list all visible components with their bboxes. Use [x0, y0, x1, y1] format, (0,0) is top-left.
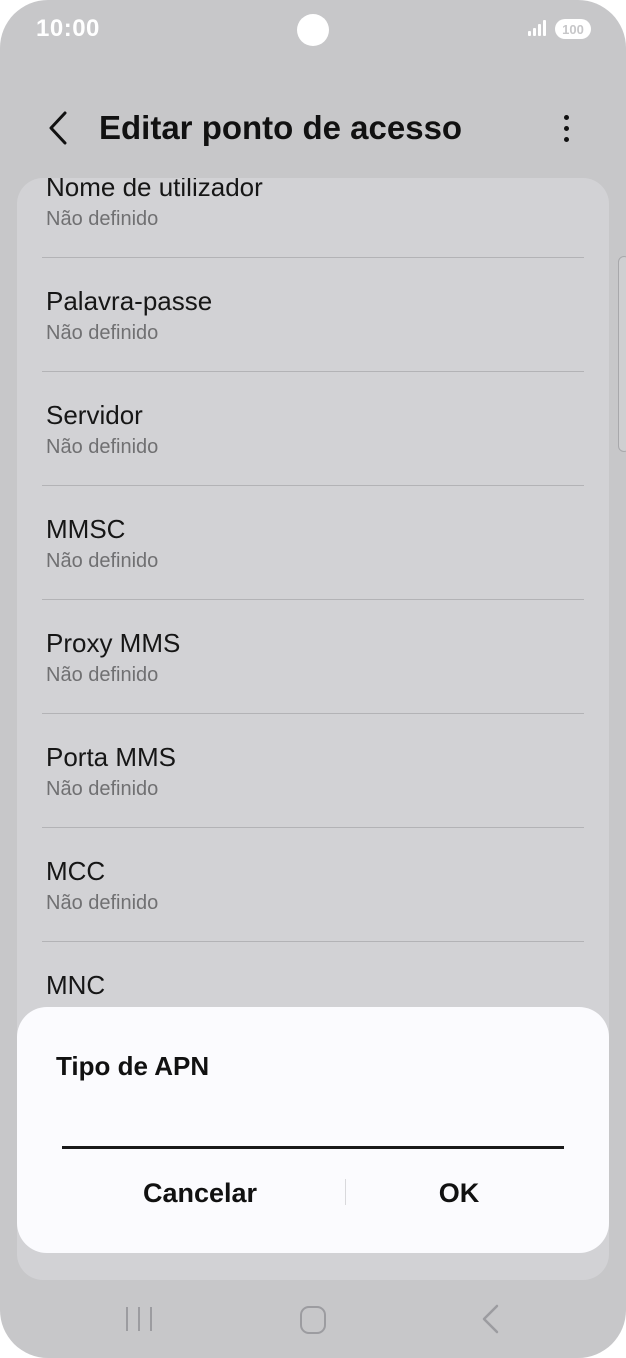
phone-screen: 10:00 100 Editar ponto de acesso Nome de… [0, 0, 626, 1358]
status-bar: 10:00 100 [0, 0, 626, 60]
back-button[interactable] [36, 106, 80, 150]
list-item-title: Nome de utilizador [46, 178, 263, 202]
list-item-mmsc[interactable]: MMSC Não definido [46, 486, 584, 600]
list-item-value: Não definido [46, 550, 159, 572]
list-item-title: MMSC [46, 514, 126, 544]
list-item-title: MCC [46, 856, 106, 886]
list-item-username[interactable]: Nome de utilizador Não definido [46, 178, 584, 268]
signal-icon [528, 20, 548, 36]
chevron-left-icon [49, 111, 67, 145]
list-item-title: Proxy MMS [46, 628, 181, 658]
home-icon[interactable] [300, 1306, 326, 1334]
battery-icon: 100 [555, 19, 591, 39]
list-item-value: Não definido [46, 208, 159, 230]
more-vertical-icon [563, 114, 569, 120]
ok-button[interactable]: OK [319, 1167, 599, 1219]
list-item-value: Não definido [46, 322, 159, 344]
scroll-indicator[interactable] [618, 256, 626, 452]
list-item-password[interactable]: Palavra-passe Não definido [46, 258, 584, 372]
back-icon[interactable] [478, 1304, 502, 1334]
list-item-value: Não definido [46, 778, 159, 800]
list-item-mms-proxy[interactable]: Proxy MMS Não definido [46, 600, 584, 714]
list-item-mcc[interactable]: MCC Não definido [46, 828, 584, 942]
list-item-title: Porta MMS [46, 742, 177, 772]
apn-type-input[interactable] [62, 1105, 564, 1149]
navigation-bar [0, 1290, 626, 1350]
cancel-button[interactable]: Cancelar [60, 1167, 340, 1219]
status-time: 10:00 [36, 15, 100, 42]
recent-apps-icon[interactable] [126, 1306, 152, 1332]
list-item-title: MNC [46, 970, 106, 1000]
list-item-server[interactable]: Servidor Não definido [46, 372, 584, 486]
dialog-title: Tipo de APN [56, 1051, 210, 1081]
camera-icon [297, 14, 329, 46]
apn-type-dialog: Tipo de APN Cancelar OK [17, 1007, 609, 1253]
more-options-button[interactable] [548, 106, 584, 150]
list-item-mms-port[interactable]: Porta MMS Não definido [46, 714, 584, 828]
list-item-value: Não definido [46, 892, 159, 914]
page-title: Editar ponto de acesso [99, 109, 463, 146]
list-item-value: Não definido [46, 436, 159, 458]
list-item-value: Não definido [46, 664, 159, 686]
list-item-title: Palavra-passe [46, 286, 213, 316]
battery-level: 100 [562, 21, 584, 37]
app-header: Editar ponto de acesso [0, 96, 626, 160]
list-item-title: Servidor [46, 400, 143, 430]
